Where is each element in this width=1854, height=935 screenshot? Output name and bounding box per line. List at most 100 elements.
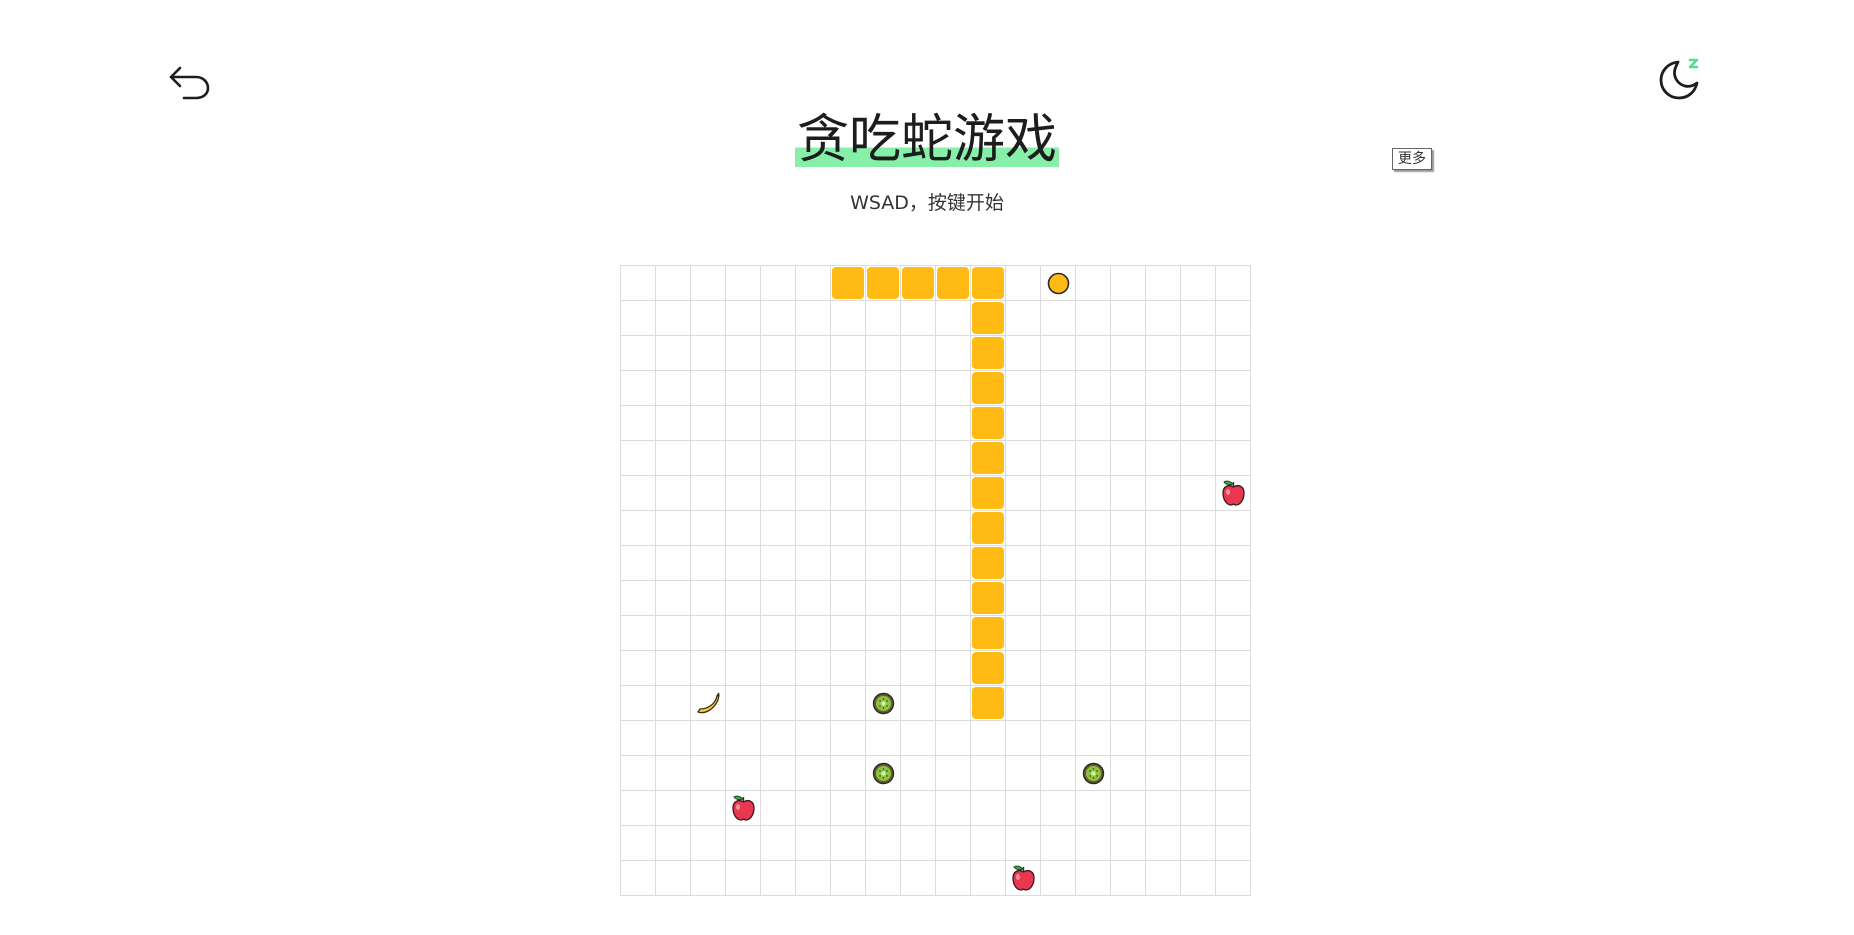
board-cell	[761, 721, 796, 756]
board-cell	[726, 336, 761, 371]
board-cell	[1146, 686, 1181, 721]
board-cell	[726, 476, 761, 511]
board-cell	[936, 511, 971, 546]
theme-toggle-button[interactable]	[1656, 56, 1704, 104]
board-cell	[1216, 546, 1251, 581]
board-cell	[971, 546, 1006, 581]
board-cell	[1181, 861, 1216, 896]
board-cell	[971, 721, 1006, 756]
board-cell	[1076, 721, 1111, 756]
board-cell	[1146, 266, 1181, 301]
instructions-text: WSAD，按键开始	[850, 192, 1004, 214]
board-cell	[1111, 581, 1146, 616]
board-cell	[1181, 546, 1216, 581]
board-cell	[1216, 651, 1251, 686]
board-cell	[831, 441, 866, 476]
board-cell	[761, 826, 796, 861]
board-cell	[1111, 651, 1146, 686]
board-cell	[1111, 371, 1146, 406]
board-cell	[656, 686, 691, 721]
board-cell	[866, 861, 901, 896]
board-cell	[656, 616, 691, 651]
board-cell	[1111, 266, 1146, 301]
board-cell	[901, 336, 936, 371]
board-cell	[936, 406, 971, 441]
board-cell	[761, 301, 796, 336]
board-cell	[936, 721, 971, 756]
page-title: 贪吃蛇游戏	[794, 108, 1059, 172]
board-cell	[656, 441, 691, 476]
board-cell	[1146, 511, 1181, 546]
board-cell	[1111, 441, 1146, 476]
board-cell	[726, 791, 761, 826]
board-cell	[971, 651, 1006, 686]
board-cell	[796, 476, 831, 511]
board-cell	[866, 441, 901, 476]
board-cell	[621, 861, 656, 896]
board-cell	[831, 336, 866, 371]
snake-segment	[867, 267, 899, 299]
snake-segment	[972, 442, 1004, 474]
board-cell	[621, 616, 656, 651]
board-cell	[1041, 476, 1076, 511]
board-cell	[1181, 511, 1216, 546]
board-cell	[831, 546, 866, 581]
board-cell	[656, 476, 691, 511]
board-cell	[901, 266, 936, 301]
board-cell	[1041, 616, 1076, 651]
board-cell	[691, 861, 726, 896]
board-cell	[796, 721, 831, 756]
board-cell	[1146, 336, 1181, 371]
board-cell	[761, 651, 796, 686]
apple-icon	[1012, 865, 1035, 891]
board-cell	[1041, 791, 1076, 826]
board-cell	[656, 756, 691, 791]
board-cell	[691, 336, 726, 371]
board-cell	[901, 651, 936, 686]
board-cell	[1181, 441, 1216, 476]
board-cell	[656, 791, 691, 826]
board-cell	[1216, 756, 1251, 791]
snake-segment	[972, 582, 1004, 614]
board-cell	[1006, 721, 1041, 756]
board-cell	[796, 651, 831, 686]
more-button[interactable]: 更多	[1392, 148, 1432, 170]
board-cell	[1041, 756, 1076, 791]
board-cell	[866, 371, 901, 406]
board-cell	[831, 721, 866, 756]
board-cell	[761, 371, 796, 406]
board-cell	[621, 266, 656, 301]
board-cell	[866, 301, 901, 336]
board-cell	[761, 756, 796, 791]
board-cell	[1006, 581, 1041, 616]
board-cell	[726, 371, 761, 406]
snake-segment	[972, 477, 1004, 509]
board-cell	[1041, 651, 1076, 686]
board-cell	[761, 791, 796, 826]
board-cell	[1146, 651, 1181, 686]
board-cell	[1146, 791, 1181, 826]
board-cell	[936, 791, 971, 826]
board-cell	[691, 756, 726, 791]
board-cell	[1041, 826, 1076, 861]
board-cell	[1076, 476, 1111, 511]
board-cell	[691, 301, 726, 336]
board-cell	[831, 581, 866, 616]
board-cell	[1111, 721, 1146, 756]
board-cell	[691, 651, 726, 686]
board-cell	[796, 371, 831, 406]
kiwi-icon	[872, 692, 895, 715]
board-cell	[1111, 791, 1146, 826]
undo-arrow-icon	[169, 66, 210, 100]
board-cell	[761, 406, 796, 441]
board-cell	[901, 406, 936, 441]
board-cell	[1216, 266, 1251, 301]
board-cell	[1006, 756, 1041, 791]
board-cell	[1146, 616, 1181, 651]
board-cell	[831, 651, 866, 686]
game-board[interactable]	[620, 265, 1251, 896]
board-cell	[831, 791, 866, 826]
board-cell	[726, 616, 761, 651]
back-button[interactable]	[166, 56, 214, 104]
board-cell	[1111, 336, 1146, 371]
